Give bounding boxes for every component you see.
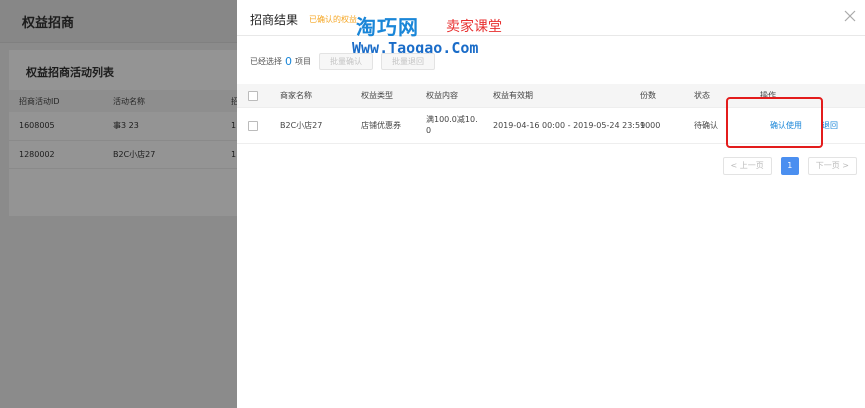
row-checkbox[interactable]	[248, 120, 258, 131]
selected-suffix: 项目	[295, 56, 311, 66]
return-link[interactable]: 退回	[822, 120, 838, 131]
benefit-content-line1: 满100.0减10.	[426, 115, 478, 124]
header-status: 状态	[694, 91, 710, 100]
highlight-box	[726, 97, 823, 148]
merchant-name: B2C小店27	[280, 121, 323, 130]
selected-prefix: 已经选择	[250, 56, 282, 66]
results-drawer: 招商结果 已确认的权益 淘巧网 卖家课堂 Www.Taoqao.Com 已经选择…	[237, 0, 865, 408]
page-number-current[interactable]: 1	[780, 157, 799, 175]
drawer-note: 已确认的权益	[309, 15, 357, 24]
header-content: 权益内容	[426, 91, 458, 100]
header-period: 权益有效期	[493, 91, 533, 100]
watermark-sub: 卖家课堂	[446, 19, 502, 35]
batch-confirm-button[interactable]: 批量确认	[319, 52, 373, 70]
benefit-type: 店铺优惠券	[361, 121, 401, 130]
header-merchant: 商家名称	[280, 91, 312, 100]
benefit-content-line2: 0	[426, 126, 432, 135]
select-all-checkbox[interactable]	[248, 90, 258, 101]
selection-toolbar: 已经选择 0 项目 批量确认 批量退回	[250, 52, 435, 70]
benefit-period: 2019-04-16 00:00 - 2019-05-24 23:59	[493, 121, 646, 130]
header-count: 份数	[640, 91, 656, 100]
drawer-title: 招商结果	[250, 13, 299, 27]
status-badge: 待确认	[694, 121, 718, 130]
benefit-count: 1000	[640, 121, 661, 130]
drawer-header: 招商结果 已确认的权益	[237, 0, 865, 36]
close-icon-glyph	[844, 10, 856, 22]
close-icon[interactable]	[843, 9, 857, 23]
header-type: 权益类型	[361, 91, 393, 100]
selected-count: 0	[285, 54, 292, 68]
batch-return-button[interactable]: 批量退回	[381, 52, 435, 70]
next-page-button[interactable]: 下一页 >	[807, 157, 857, 175]
watermark-brand: 淘巧网	[356, 15, 419, 39]
prev-page-button[interactable]: < 上一页	[722, 157, 772, 175]
pagination: < 上一页 1 下一页 >	[722, 157, 857, 175]
